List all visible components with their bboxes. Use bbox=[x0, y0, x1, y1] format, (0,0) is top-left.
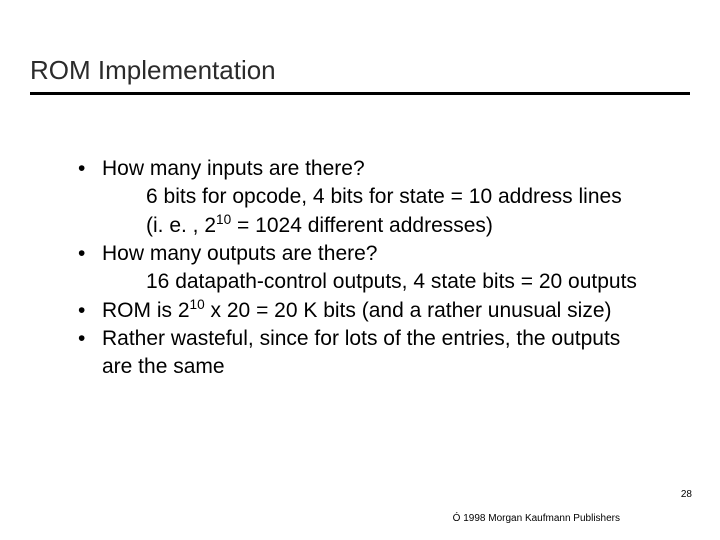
bullet-text: Rather wasteful, since for lots of the e… bbox=[102, 327, 620, 378]
list-item: ROM is 210 x 20 = 20 K bits (and a rathe… bbox=[78, 297, 650, 325]
content-area: How many inputs are there? 6 bits for op… bbox=[30, 155, 690, 382]
text-fragment: (i. e. , 2 bbox=[146, 214, 216, 237]
bullet-text: How many inputs are there? bbox=[102, 157, 365, 180]
list-item: Rather wasteful, since for lots of the e… bbox=[78, 325, 650, 382]
bullet-subtext: (i. e. , 210 = 1024 different addresses) bbox=[102, 212, 650, 240]
text-fragment: ROM is 2 bbox=[102, 299, 190, 322]
list-item: How many inputs are there? 6 bits for op… bbox=[78, 155, 650, 240]
superscript: 10 bbox=[216, 212, 231, 227]
text-fragment: = 1024 different addresses) bbox=[231, 214, 493, 237]
bullet-text: ROM is 210 x 20 = 20 K bits (and a rathe… bbox=[102, 299, 612, 322]
bullet-subtext: 16 datapath-control outputs, 4 state bit… bbox=[102, 268, 650, 296]
bullet-text: How many outputs are there? bbox=[102, 242, 377, 265]
bullet-list: How many inputs are there? 6 bits for op… bbox=[78, 155, 650, 382]
title-rule bbox=[30, 92, 690, 95]
page-title: ROM Implementation bbox=[30, 55, 690, 92]
text-fragment: x 20 = 20 K bits (and a rather unusual s… bbox=[205, 299, 612, 322]
superscript: 10 bbox=[190, 297, 205, 312]
copyright-text: Ó 1998 Morgan Kaufmann Publishers bbox=[453, 513, 620, 524]
page-number: 28 bbox=[681, 489, 692, 500]
bullet-subtext: 6 bits for opcode, 4 bits for state = 10… bbox=[102, 183, 650, 211]
slide: ROM Implementation How many inputs are t… bbox=[0, 0, 720, 540]
list-item: How many outputs are there? 16 datapath-… bbox=[78, 240, 650, 297]
